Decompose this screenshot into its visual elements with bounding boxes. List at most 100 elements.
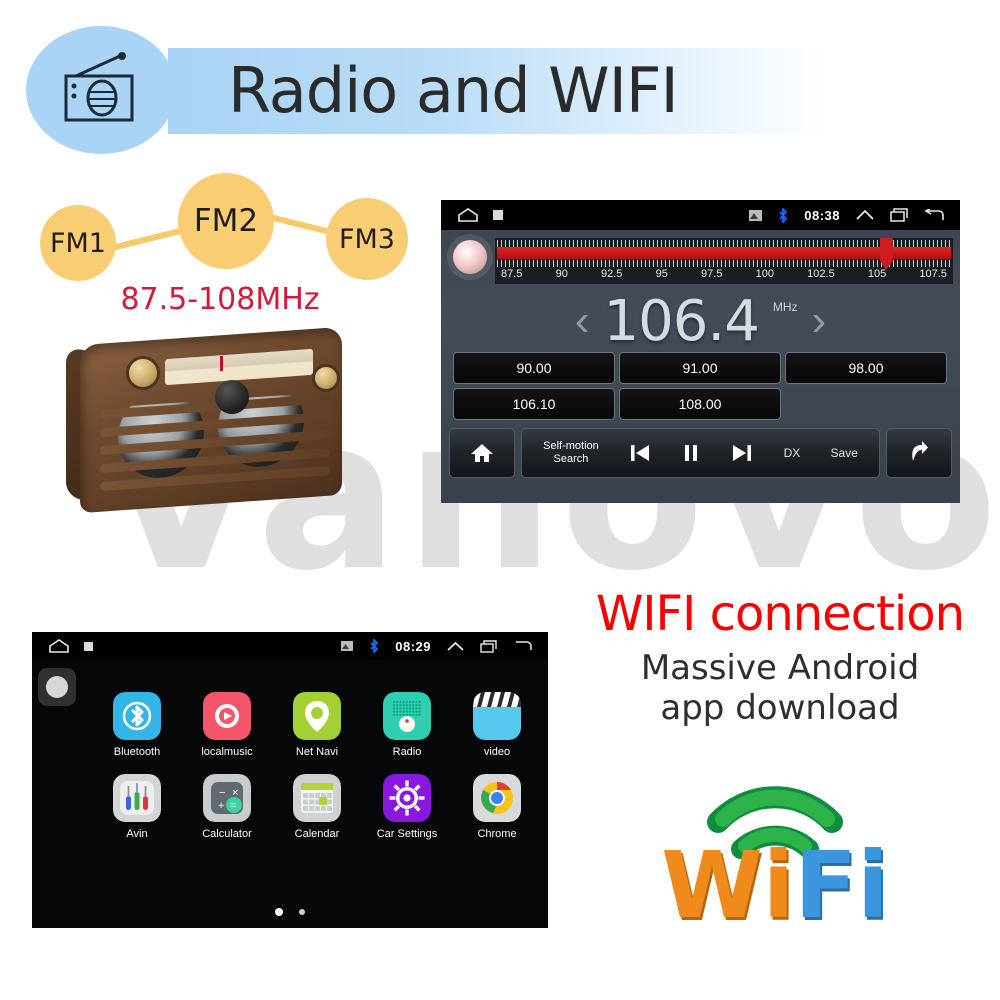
fm-bubble-1: FM1 [40, 205, 116, 281]
tuner-tick-label: 102.5 [807, 268, 835, 280]
pause-icon[interactable] [681, 443, 701, 463]
home-icon[interactable] [48, 639, 70, 653]
tuner-scale[interactable]: 87.5 90 92.5 95 97.5 100 102.5 105 107.5 [495, 238, 953, 284]
search-label-line2: Search [553, 453, 589, 465]
wifi-word-part1: Wi [661, 832, 795, 939]
app-label: Calculator [202, 828, 252, 840]
tuner-tick-labels: 87.5 90 92.5 95 97.5 100 102.5 105 107.5 [497, 268, 951, 284]
preset-empty-slot[interactable] [785, 388, 947, 420]
wifi-3d-logo: WiFi [610, 760, 940, 950]
video-app-icon [473, 692, 521, 740]
bluetooth-icon [779, 207, 788, 223]
self-motion-search-button[interactable]: Self-motion Search [543, 440, 599, 466]
svg-text:+: + [218, 800, 224, 812]
preset-button[interactable]: 106.10 [453, 388, 615, 420]
preset-button[interactable]: 90.00 [453, 352, 615, 384]
search-label-line1: Self-motion [543, 440, 599, 452]
app-label: Chrome [477, 828, 517, 840]
statusbar-clock: 08:38 [804, 207, 840, 223]
calculator-app-icon: − × + = [203, 774, 251, 822]
chevron-up-icon[interactable] [856, 209, 874, 221]
page-title: Radio and WIFI [228, 54, 679, 127]
avin-app-icon [113, 774, 161, 822]
home-icon[interactable] [457, 208, 479, 222]
app-bluetooth[interactable]: Bluetooth [92, 692, 182, 758]
radio-app-icon [383, 692, 431, 740]
preset-button[interactable]: 98.00 [785, 352, 947, 384]
tuner-tick-label: 97.5 [701, 268, 723, 280]
app-label: Bluetooth [113, 746, 161, 758]
chrome-app-icon [473, 774, 521, 822]
dx-button[interactable]: DX [784, 446, 801, 460]
wifi-word-part2: Fi [794, 832, 889, 939]
radio-grille [100, 391, 330, 500]
radio-transport-controls: Self-motion Search DX Save [521, 428, 880, 478]
back-arrow-icon[interactable] [924, 208, 944, 222]
app-car-settings[interactable]: Car Settings [362, 774, 452, 840]
frequency-prev-button[interactable]: ‹ [575, 299, 590, 343]
app-chrome[interactable]: Chrome [452, 774, 542, 840]
home-button[interactable] [449, 428, 515, 478]
app-radio[interactable]: Radio [362, 692, 452, 758]
wifi-subtitle: Massive Android app download [568, 648, 992, 728]
fm-link-1-2 [108, 226, 188, 252]
tuner-tick-label: 90 [555, 268, 568, 280]
tuner-tick-label: 87.5 [501, 268, 523, 280]
recents-icon[interactable] [480, 639, 497, 653]
circle-button-icon [46, 676, 68, 698]
app-label: video [483, 746, 511, 758]
page-root: Vanovo Radio and WIFI FM1 FM2 FM3 87.5-1… [0, 0, 1000, 1000]
chevron-up-icon[interactable] [447, 641, 464, 652]
preset-button[interactable]: 108.00 [619, 388, 781, 420]
square-icon[interactable] [84, 641, 93, 651]
app-localmusic[interactable]: localmusic [182, 692, 272, 758]
app-label: Radio [392, 746, 422, 758]
launcher-statusbar: 08:29 [32, 632, 548, 660]
tuner-knob[interactable] [453, 240, 487, 274]
return-arrow-icon [912, 441, 928, 461]
previous-track-icon[interactable] [629, 443, 651, 463]
back-arrow-icon[interactable] [513, 640, 532, 652]
launcher-circle-button[interactable] [38, 668, 76, 706]
app-grid: Bluetooth localmusic Net Navi Radio video Avi… [92, 692, 542, 840]
wifi-subtitle-line1: Massive Android [640, 648, 920, 688]
save-button[interactable]: Save [831, 446, 858, 460]
wifi-title: WIFI connection [595, 586, 965, 642]
sd-card-icon [749, 209, 763, 221]
app-label: localmusic [201, 746, 253, 758]
vintage-radio-image [60, 320, 380, 520]
app-avin[interactable]: Avin [92, 774, 182, 840]
recents-icon[interactable] [890, 208, 908, 222]
page-dot[interactable] [275, 908, 283, 916]
fm-bubble-3: FM3 [326, 198, 408, 280]
app-label: Avin [126, 828, 148, 840]
app-label: Net Navi [295, 746, 339, 758]
fm-diagram: FM1 FM2 FM3 87.5-108MHz [20, 160, 440, 320]
bluetooth-app-icon [113, 692, 161, 740]
statusbar-clock: 08:29 [395, 638, 431, 654]
svg-text:=: = [230, 800, 236, 812]
wifi-wordmark: WiFi [610, 840, 940, 932]
preset-button[interactable]: 91.00 [619, 352, 781, 384]
return-button[interactable] [886, 428, 952, 478]
frequency-unit: MHz [772, 300, 798, 314]
page-dot[interactable] [299, 909, 305, 915]
bluetooth-icon [370, 639, 379, 653]
tuner-tick-label: 95 [655, 268, 668, 280]
app-video[interactable]: video [452, 692, 542, 758]
tuner-tick-label: 107.5 [919, 268, 947, 280]
frequency-display: ‹ 106.4 MHz › [441, 289, 960, 354]
tuner-tick-label: 100 [755, 268, 774, 280]
radio-head-unit-screen: 08:38 87.5 90 92.5 95 97.5 100 102.5 105… [441, 200, 960, 503]
radio-statusbar: 08:38 [441, 200, 960, 230]
next-track-icon[interactable] [731, 443, 753, 463]
music-app-icon [203, 692, 251, 740]
radio-dial-needle [220, 355, 223, 372]
frequency-next-button[interactable]: › [812, 299, 827, 343]
tuner-tick-label: 92.5 [601, 268, 623, 280]
app-net-navi[interactable]: Net Navi [272, 692, 362, 758]
wifi-subtitle-line2: app download [660, 688, 900, 728]
app-calendar[interactable]: Calendar [272, 774, 362, 840]
square-icon[interactable] [493, 210, 503, 220]
app-calculator[interactable]: − × + = Calculator [182, 774, 272, 840]
